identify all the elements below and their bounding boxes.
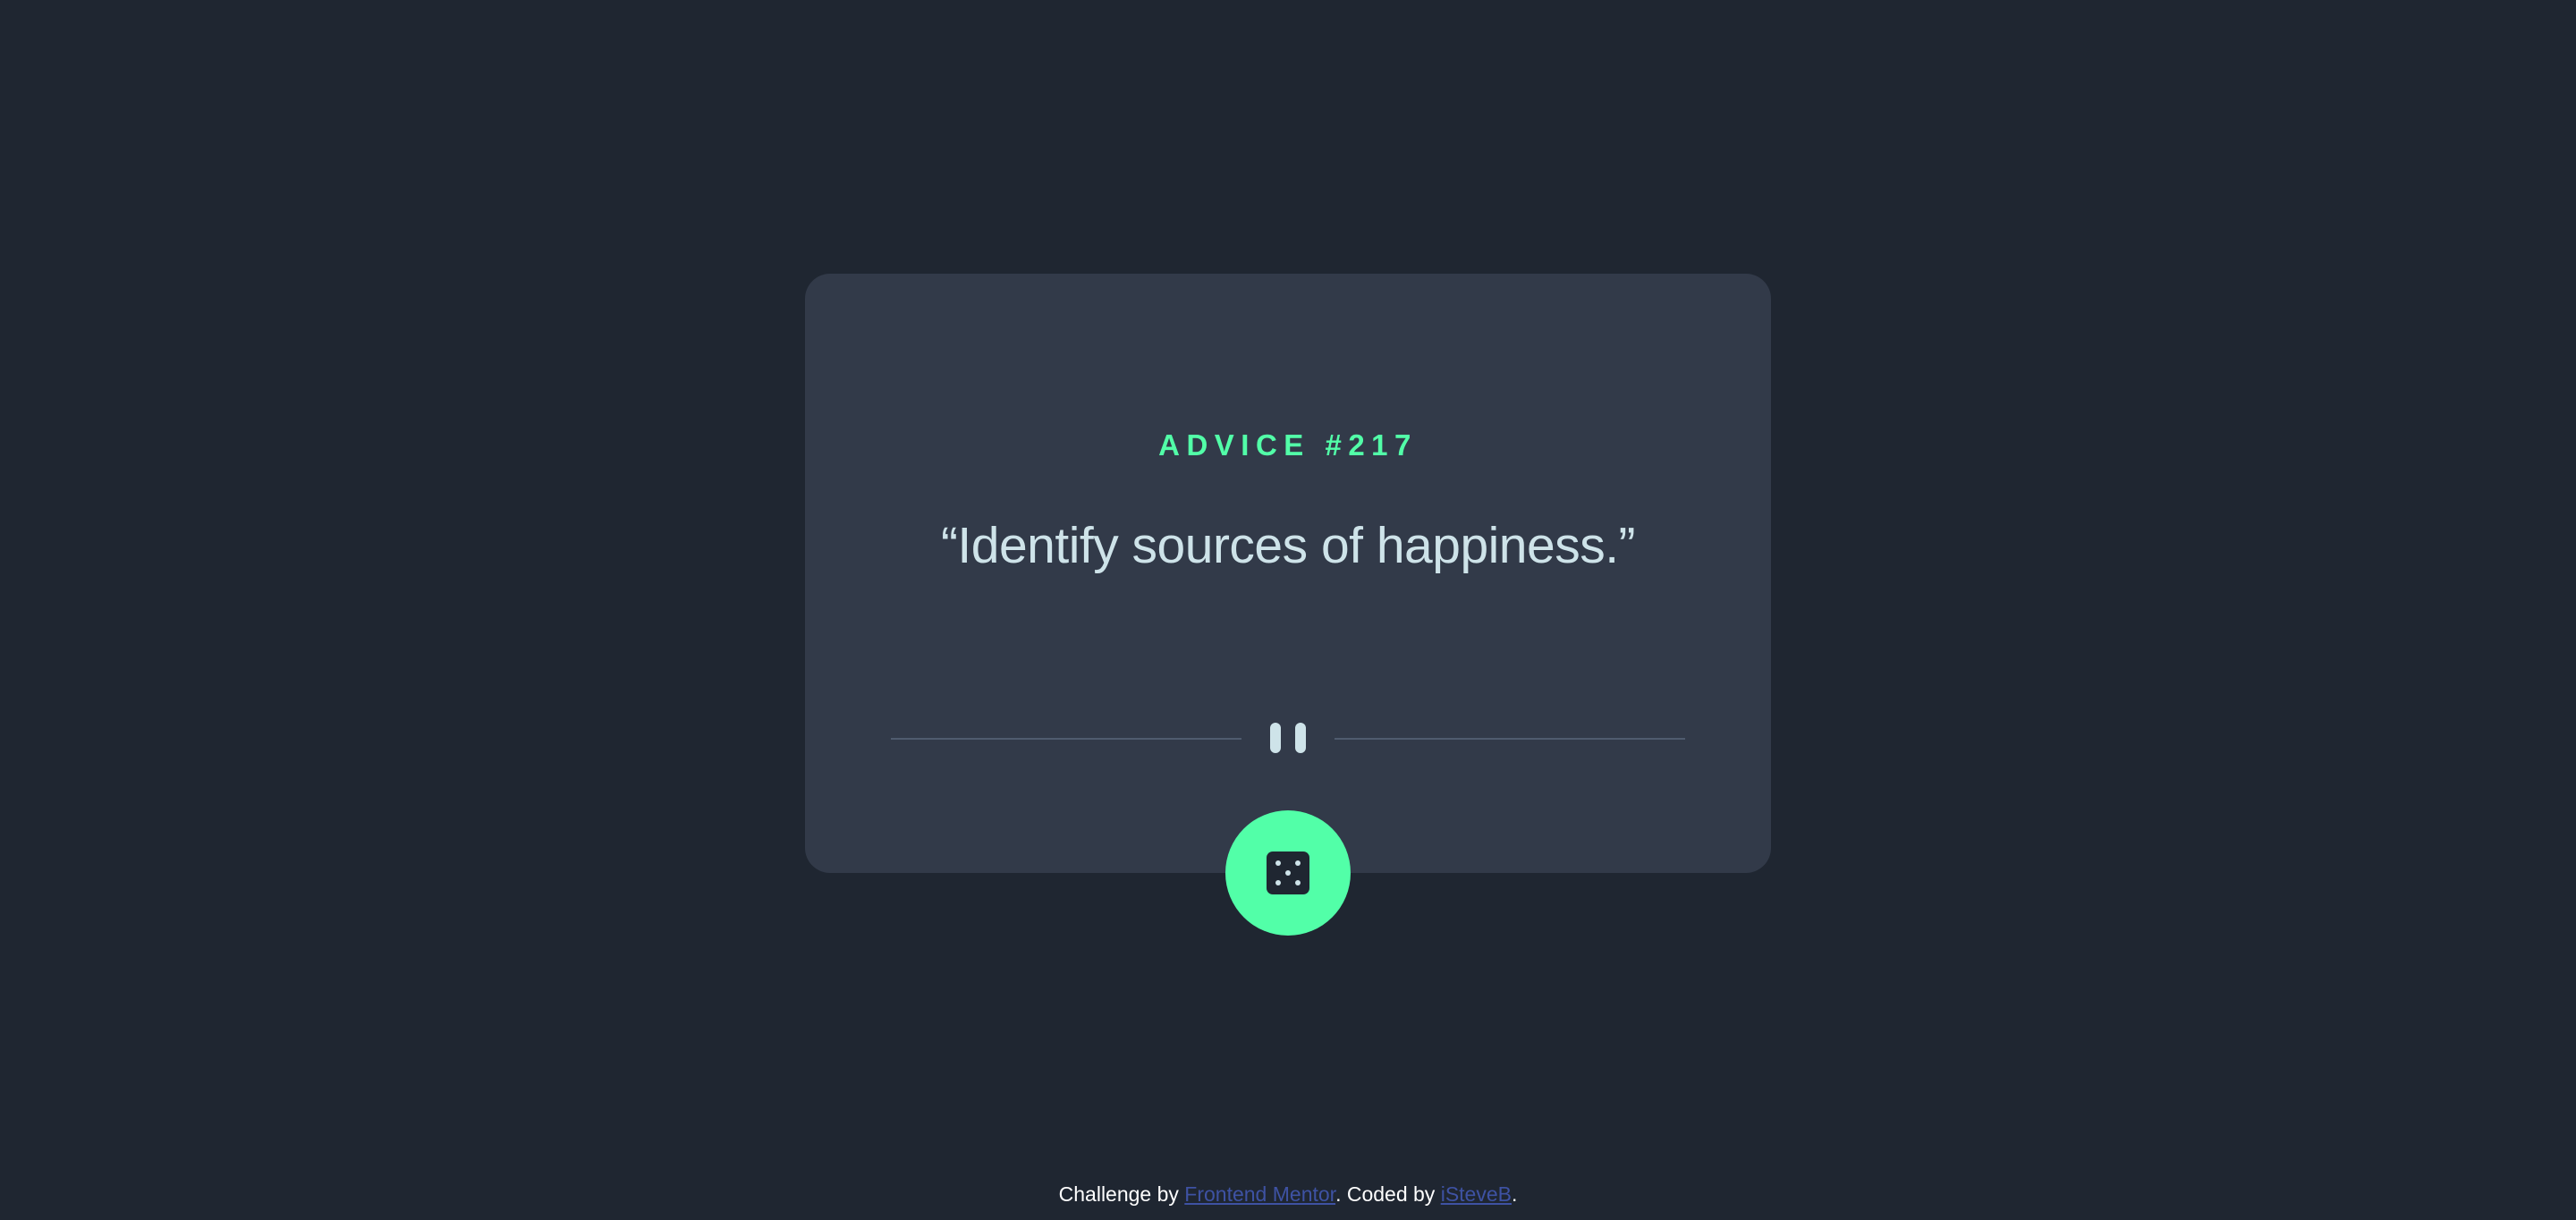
dice-icon bbox=[1267, 851, 1309, 894]
divider-line-left bbox=[891, 738, 1241, 740]
frontend-mentor-link[interactable]: Frontend Mentor bbox=[1184, 1182, 1335, 1206]
pause-bar-left bbox=[1270, 723, 1281, 753]
footer-middle: . Coded by bbox=[1335, 1182, 1441, 1206]
pause-icon bbox=[1270, 723, 1306, 755]
advice-card: ADVICE #217 “Identify sources of happine… bbox=[805, 274, 1771, 873]
advice-number: ADVICE #217 bbox=[1158, 428, 1418, 462]
footer-suffix: . bbox=[1511, 1182, 1518, 1206]
footer-prefix: Challenge by bbox=[1058, 1182, 1185, 1206]
divider bbox=[891, 721, 1685, 757]
author-link[interactable]: iSteveB bbox=[1441, 1182, 1512, 1206]
advice-quote: “Identify sources of happiness.” bbox=[940, 517, 1636, 574]
pause-bar-right bbox=[1295, 723, 1306, 753]
divider-line-right bbox=[1335, 738, 1685, 740]
new-advice-button[interactable] bbox=[1225, 810, 1351, 936]
attribution-footer: Challenge by Frontend Mentor. Coded by i… bbox=[0, 1179, 2576, 1209]
